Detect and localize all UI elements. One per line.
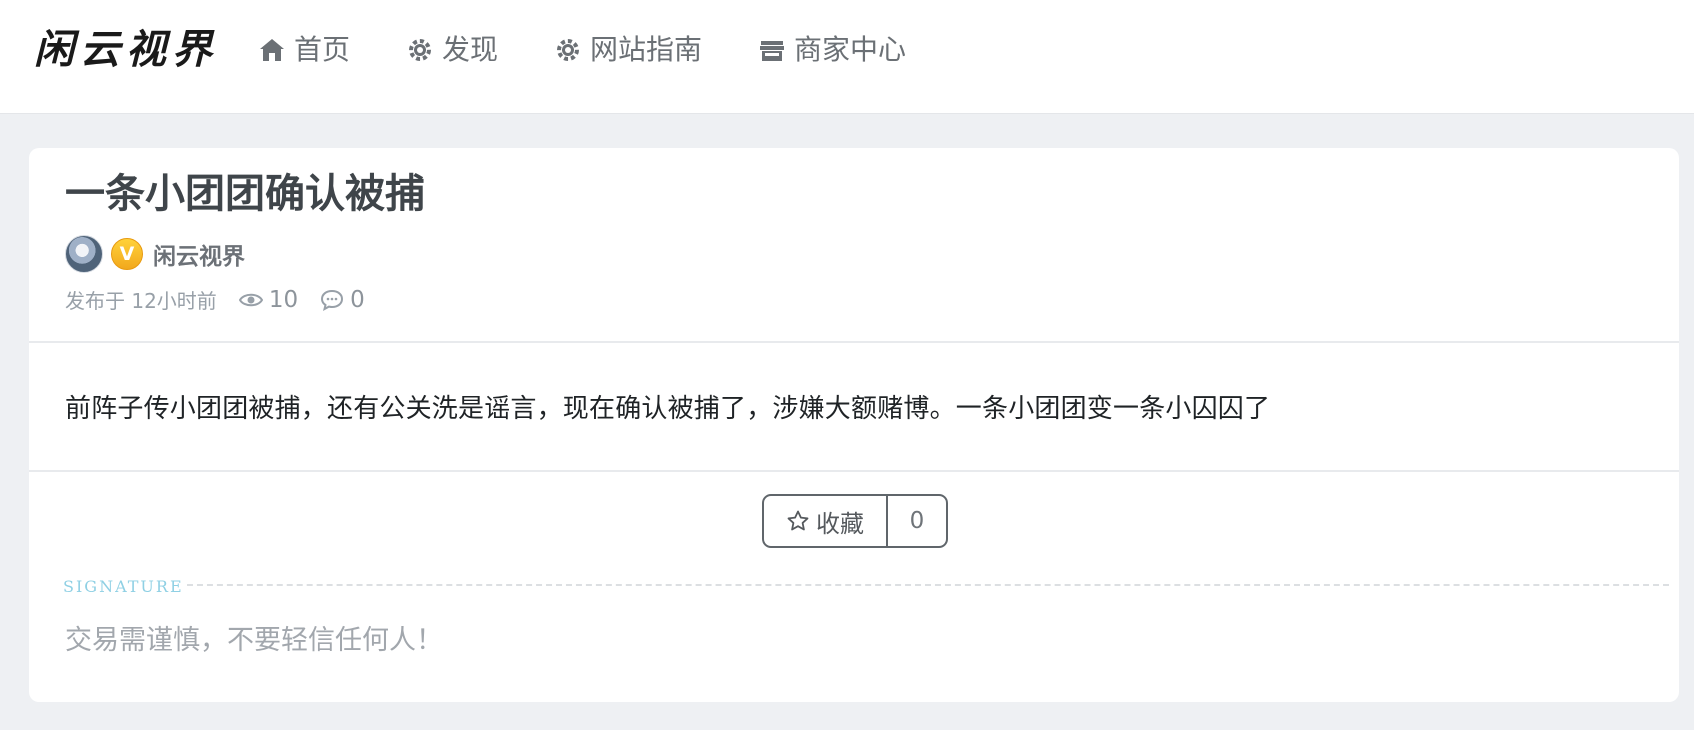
star-icon — [787, 510, 809, 531]
favorite-control: 收藏 0 — [762, 494, 948, 548]
verified-badge: V — [111, 238, 143, 270]
eye-icon — [238, 293, 263, 306]
post-card: 一条小团团确认被捕 V 闲云视界 发布于 12小时前 10 0 前阵子传小团团被… — [29, 148, 1679, 702]
publish-time: 发布于 12小时前 — [65, 285, 217, 314]
divider — [29, 470, 1679, 472]
post-content: 前阵子传小团团被捕，还有公关洗是谣言，现在确认被捕了，涉嫌大额赌博。一条小团团变… — [65, 394, 1271, 424]
comment-count: 0 — [320, 287, 365, 313]
post-title: 一条小团团确认被捕 — [65, 171, 425, 217]
nav-label-guide: 网站指南 — [590, 33, 703, 66]
favorite-button[interactable]: 收藏 — [764, 496, 886, 546]
signature-divider — [187, 584, 1669, 586]
nav-item-home[interactable]: 首页 — [258, 36, 350, 64]
gear-icon — [554, 36, 582, 64]
home-icon — [258, 36, 286, 64]
site-logo[interactable]: 闲云视界 — [34, 30, 218, 70]
comment-count-value: 0 — [350, 286, 365, 313]
nav-label-merchant: 商家中心 — [794, 33, 907, 66]
avatar[interactable] — [65, 235, 103, 273]
favorite-label: 收藏 — [816, 509, 864, 538]
gear-icon — [406, 36, 434, 64]
post-meta: 发布于 12小时前 10 0 — [65, 285, 387, 314]
favorite-count: 0 — [886, 496, 946, 546]
author-name[interactable]: 闲云视界 — [153, 237, 245, 271]
signature-label: SIGNATURE — [63, 577, 184, 596]
nav-label-discover: 发现 — [442, 33, 499, 66]
view-count: 10 — [238, 286, 299, 313]
publish-time-text: 发布于 12小时前 — [65, 289, 217, 313]
author-row: V 闲云视界 — [65, 235, 245, 273]
signature-text: 交易需谨慎，不要轻信任何人！ — [65, 625, 443, 656]
store-icon — [758, 36, 786, 64]
divider — [29, 341, 1679, 343]
main-nav: 首页 发现 网站指南 商家中心 — [258, 36, 962, 64]
view-count-value: 10 — [268, 286, 299, 313]
nav-item-merchant[interactable]: 商家中心 — [758, 36, 906, 64]
nav-label-home: 首页 — [294, 33, 351, 66]
nav-item-guide[interactable]: 网站指南 — [554, 36, 702, 64]
top-navbar: 闲云视界 首页 发现 网站指南 商家中心 — [0, 0, 1694, 113]
nav-item-discover[interactable]: 发现 — [406, 36, 498, 64]
comment-icon — [321, 289, 344, 311]
